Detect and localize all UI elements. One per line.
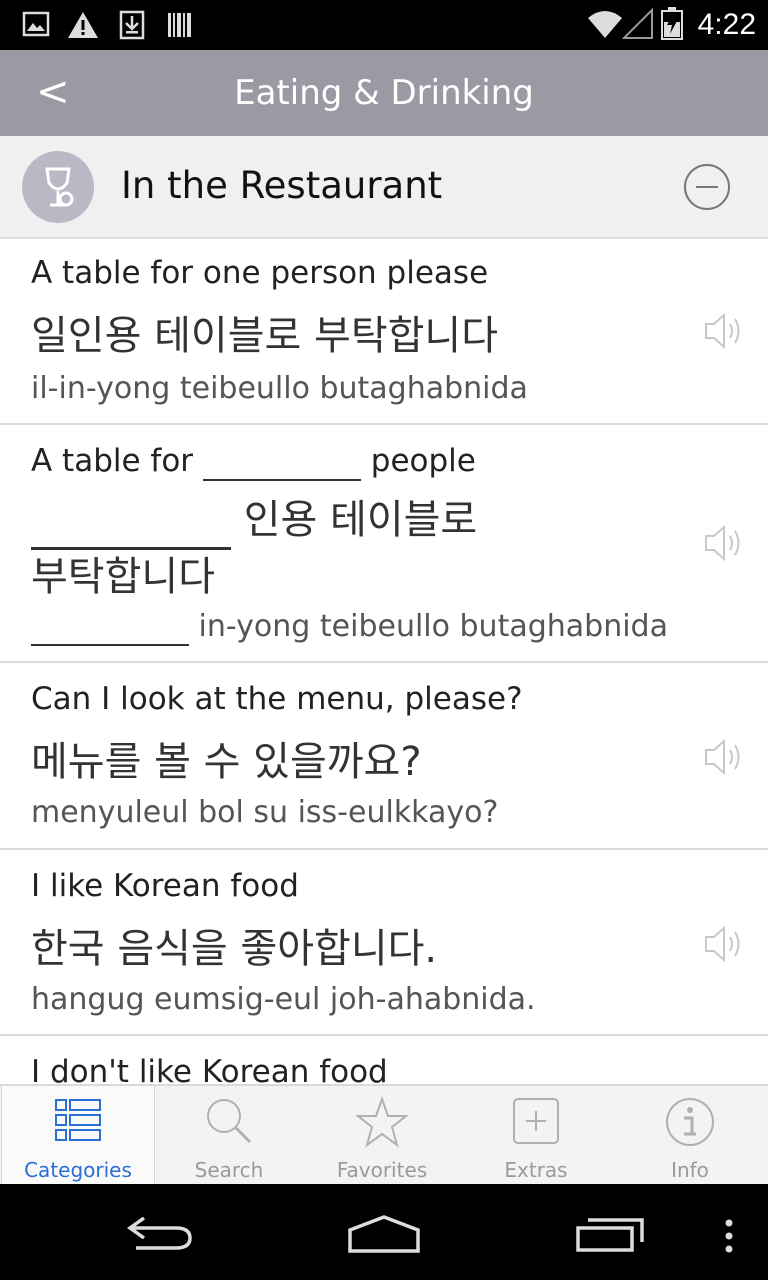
tab-extras[interactable]: Extras — [460, 1086, 612, 1186]
phrase-english: A table for people — [31, 443, 476, 481]
tab-label: Extras — [504, 1158, 568, 1182]
phrase-english: Can I look at the menu, please? — [31, 681, 523, 717]
wifi-icon — [588, 11, 622, 38]
phrase-row[interactable]: I don't like Korean food — [0, 1036, 768, 1084]
phrase-korean: 인용 테이블로 부탁합니다 — [31, 493, 631, 604]
home-nav-icon[interactable] — [346, 1214, 422, 1254]
phrase-list[interactable]: A table for one person please 일인용 테이블로 부… — [0, 239, 768, 1084]
bottom-tab-bar: Categories Search Favorites Extras Info — [0, 1084, 768, 1187]
recents-nav-icon[interactable] — [574, 1216, 646, 1254]
phrase-korean: 메뉴를 볼 수 있을까요? — [31, 739, 422, 785]
search-icon — [207, 1099, 252, 1144]
phrase-korean: 일인용 테이블로 부탁합니다 — [31, 313, 499, 359]
phrase-row[interactable]: I like Korean food 한국 음식을 좋아합니다. hangug … — [0, 850, 768, 1036]
battery-icon — [661, 7, 683, 40]
phrase-romanization: hangug eumsig-eul joh-ahabnida. — [31, 982, 536, 1017]
phrase-english: I don't like Korean food — [31, 1054, 388, 1084]
warning-icon — [68, 12, 98, 38]
gallery-icon — [22, 11, 50, 37]
phrase-romanization: il-in-yong teibeullo butaghabnida — [31, 371, 528, 406]
page-title: Eating & Drinking — [234, 73, 534, 113]
blank-field — [31, 609, 189, 646]
tab-categories[interactable]: Categories — [1, 1086, 155, 1187]
clock: 4:22 — [697, 8, 756, 41]
tab-info[interactable]: Info — [614, 1086, 766, 1186]
speaker-icon[interactable] — [704, 311, 746, 351]
phrase-row[interactable]: Can I look at the menu, please? 메뉴를 볼 수 … — [0, 663, 768, 850]
system-nav-bar — [0, 1184, 768, 1280]
signal-icon — [622, 8, 653, 39]
tab-favorites[interactable]: Favorites — [306, 1086, 458, 1186]
phrase-row[interactable]: A table for one person please 일인용 테이블로 부… — [0, 239, 768, 425]
categories-icon — [55, 1099, 101, 1141]
menu-dots-icon[interactable] — [722, 1218, 736, 1254]
phrase-romanization: menyuleul bol su iss-eulkkayo? — [31, 795, 499, 830]
star-icon — [356, 1096, 408, 1148]
app-header: < Eating & Drinking — [0, 50, 768, 136]
blank-field — [202, 443, 361, 481]
tab-label: Info — [671, 1158, 709, 1182]
download-icon — [119, 10, 145, 40]
tab-label: Categories — [24, 1158, 132, 1182]
blank-field — [31, 493, 231, 550]
phrase-romanization: in-yong teibeullo butaghabnida — [31, 609, 668, 646]
tab-label: Favorites — [336, 1158, 428, 1182]
collapse-icon[interactable] — [684, 164, 730, 210]
plus-box-icon — [513, 1098, 559, 1144]
status-bar: 4:22 — [0, 0, 768, 50]
barcode-icon — [168, 13, 191, 37]
phrase-english: I like Korean food — [31, 868, 299, 904]
section-title: In the Restaurant — [121, 164, 443, 207]
wine-glass-icon — [22, 151, 94, 223]
speaker-icon[interactable] — [704, 737, 746, 777]
speaker-icon[interactable] — [704, 924, 746, 964]
phrase-korean: 한국 음식을 좋아합니다. — [31, 926, 438, 972]
tab-search[interactable]: Search — [153, 1086, 305, 1186]
speaker-icon[interactable] — [704, 523, 746, 563]
section-header[interactable]: In the Restaurant — [0, 136, 768, 239]
info-icon — [666, 1098, 714, 1146]
phrase-row[interactable]: A table for people 인용 테이블로 부탁합니다 in-yong… — [0, 425, 768, 663]
tab-label: Search — [194, 1158, 264, 1182]
back-nav-icon[interactable] — [126, 1214, 194, 1252]
phrase-english: A table for one person please — [31, 255, 489, 291]
